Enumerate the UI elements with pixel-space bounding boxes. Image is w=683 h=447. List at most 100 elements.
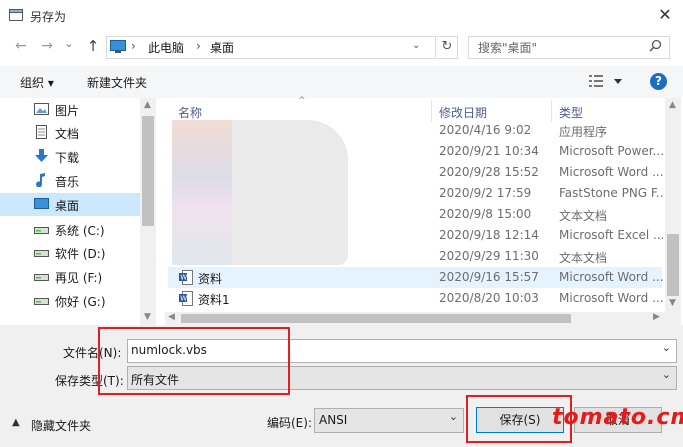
save-as-icon <box>9 9 23 21</box>
file-type: Microsoft Excel ... <box>559 228 663 242</box>
breadcrumb-separator: › <box>131 39 136 53</box>
file-date: 2020/9/8 15:00 <box>439 207 532 221</box>
column-divider[interactable] <box>551 100 552 122</box>
forward-button[interactable]: → <box>38 38 56 54</box>
horizontal-scrollbar[interactable]: ◀ ▶ <box>165 312 665 325</box>
file-type: 文本文档 <box>559 209 608 223</box>
chevron-up-icon[interactable]: ▲ <box>12 417 20 428</box>
back-button[interactable]: ← <box>12 38 30 54</box>
scroll-down-icon[interactable]: ▼ <box>669 298 676 308</box>
breadcrumb-desktop[interactable]: 桌面 <box>210 39 234 56</box>
sidebar-item[interactable]: 桌面 <box>0 193 140 216</box>
svg-text:W: W <box>180 295 187 303</box>
drive-icon <box>34 269 49 283</box>
search-icon <box>649 39 662 55</box>
sidebar-item-label: 系统 (C:) <box>55 224 105 238</box>
encoding-label: 编码(E): <box>267 416 312 430</box>
file-date: 2020/9/18 12:14 <box>439 228 539 242</box>
file-type: Microsoft Word ... <box>559 165 663 179</box>
file-date: 2020/9/2 17:59 <box>439 186 532 200</box>
file-type: Microsoft Power... <box>559 144 663 158</box>
sidebar-item[interactable]: 音乐 <box>0 169 140 192</box>
column-divider[interactable] <box>431 100 432 122</box>
new-folder-button[interactable]: 新建文件夹 <box>87 74 147 91</box>
breadcrumb-separator: › <box>196 39 201 53</box>
column-header-type[interactable]: 类型 <box>559 104 583 121</box>
highlight-box <box>98 327 290 395</box>
sidebar-item-label: 你好 (G:) <box>55 295 106 309</box>
sidebar-item-label: 下载 <box>55 151 80 165</box>
pictures-icon <box>34 102 49 116</box>
hide-folders-toggle[interactable]: 隐藏文件夹 <box>31 417 91 434</box>
drive-icon <box>34 245 49 259</box>
drive-icon <box>34 222 49 236</box>
view-options-icon[interactable] <box>589 74 623 91</box>
scroll-left-icon[interactable]: ◀ <box>168 312 175 322</box>
refresh-button[interactable]: ↻ <box>437 36 458 59</box>
breadcrumb-this-pc[interactable]: 此电脑 <box>148 39 184 56</box>
sidebar-item-label: 文档 <box>55 127 80 141</box>
up-button[interactable]: ↑ <box>84 37 102 55</box>
encoding-value: ANSI <box>319 413 348 427</box>
file-type: Microsoft Word ... <box>559 291 663 305</box>
drive-icon <box>34 293 49 307</box>
download-icon <box>34 149 49 163</box>
sidebar-item[interactable]: 下载 <box>0 145 140 168</box>
watermark-text: tomato.cm <box>552 405 683 430</box>
file-date: 2020/9/28 15:52 <box>439 165 539 179</box>
sidebar-item-label: 再见 (F:) <box>55 271 103 285</box>
sidebar-item[interactable]: 再见 (F:) <box>0 265 140 288</box>
chevron-down-icon[interactable]: ⌄ <box>662 341 671 354</box>
scroll-right-icon[interactable]: ▶ <box>653 312 660 322</box>
title-bar <box>0 0 683 32</box>
file-list-scrollbar[interactable]: ▲ ▼ <box>665 98 681 325</box>
column-header-name[interactable]: 名称 <box>178 104 202 121</box>
scroll-thumb[interactable] <box>667 234 679 296</box>
scroll-down-icon[interactable]: ▼ <box>144 312 151 322</box>
sidebar-item[interactable]: 文档 <box>0 121 140 144</box>
recent-locations-dropdown[interactable]: ⌄ <box>60 37 78 50</box>
encoding-select[interactable]: ANSI ⌄ <box>314 408 464 433</box>
organize-button[interactable]: 组织 ▾ <box>20 74 54 91</box>
file-type: 文本文档 <box>559 251 608 265</box>
sidebar-item[interactable]: 软件 (D:) <box>0 241 140 264</box>
navigation-scrollbar[interactable]: ▲ ▼ <box>140 98 156 325</box>
word-document-icon: W <box>179 270 193 285</box>
sidebar-item[interactable]: 系统 (C:) <box>0 218 140 241</box>
scroll-thumb[interactable] <box>142 116 154 226</box>
sidebar-item-label: 桌面 <box>55 199 80 213</box>
file-type: 应用程序 <box>559 125 608 139</box>
file-date: 2020/9/21 10:34 <box>439 144 539 158</box>
scroll-up-icon[interactable]: ▲ <box>669 100 676 110</box>
table-row[interactable]: W 资料1 2020/8/20 10:03 Microsoft Word ... <box>168 288 663 309</box>
svg-text:W: W <box>180 274 187 282</box>
file-name: 资料 <box>198 272 223 286</box>
file-type: Microsoft Word ... <box>559 270 663 284</box>
column-header-date[interactable]: 修改日期 <box>439 104 487 121</box>
search-input[interactable]: 搜索"桌面" <box>478 39 537 56</box>
sidebar-item-label: 音乐 <box>55 175 80 189</box>
close-button[interactable]: ✕ <box>652 3 678 27</box>
file-date: 2020/8/20 10:03 <box>439 291 539 305</box>
chevron-down-icon[interactable]: ⌄ <box>449 410 458 423</box>
sidebar-item-label: 图片 <box>55 104 80 118</box>
sidebar-item[interactable]: 图片 <box>0 98 140 121</box>
sort-ascending-icon: ^ <box>298 96 306 106</box>
chevron-down-icon[interactable]: ⌄ <box>662 368 671 381</box>
scroll-up-icon[interactable]: ▲ <box>144 100 151 110</box>
sidebar-item-label: 软件 (D:) <box>55 247 106 261</box>
word-document-icon: W <box>179 291 193 306</box>
file-date: 2020/9/29 11:30 <box>439 249 539 263</box>
table-row[interactable]: W 资料 2020/9/16 15:57 Microsoft Word ... <box>168 267 663 288</box>
music-icon <box>34 173 49 188</box>
blurred-region <box>172 120 232 265</box>
desktop-icon <box>34 197 49 211</box>
help-icon[interactable]: ? <box>650 73 667 90</box>
file-date: 2020/4/16 9:02 <box>439 123 532 137</box>
documents-icon <box>34 125 49 139</box>
scroll-thumb[interactable] <box>181 314 571 323</box>
sidebar-item[interactable]: 你好 (G:) <box>0 289 140 312</box>
monitor-icon <box>110 40 126 53</box>
file-name: 资料1 <box>198 293 230 307</box>
address-dropdown-icon[interactable]: ⌄ <box>412 40 420 51</box>
